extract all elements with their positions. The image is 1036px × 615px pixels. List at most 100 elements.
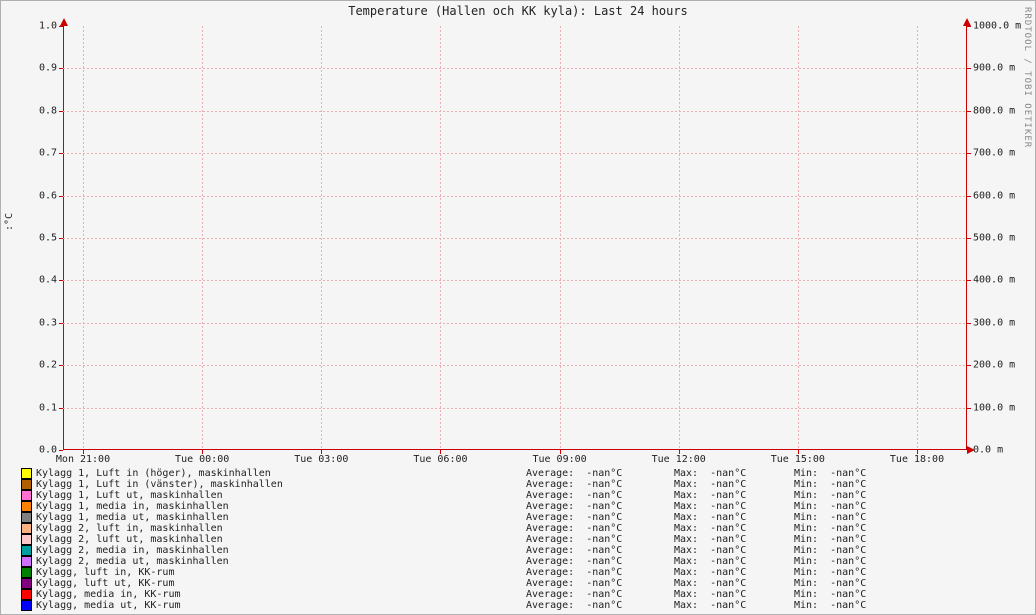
gridline-v [83,26,84,450]
legend-max: Max: -nan°C [674,545,794,556]
legend-row: Kylagg, media ut, KK-rumAverage: -nan°CM… [21,600,1021,611]
legend-min: Min: -nan°C [794,479,914,490]
ytick-left: 0.1 [39,402,63,413]
legend-series-name: Kylagg 2, luft ut, maskinhallen [36,534,526,545]
legend-row: Kylagg 1, Luft in (höger), maskinhallenA… [21,468,1021,479]
legend-average: Average: -nan°C [526,468,674,479]
legend-max: Max: -nan°C [674,567,794,578]
legend-series-name: Kylagg, media in, KK-rum [36,589,526,600]
legend-max: Max: -nan°C [674,490,794,501]
legend-average: Average: -nan°C [526,589,674,600]
ytick-right: 0.0 m [967,445,1003,456]
gridline-v [440,26,441,450]
gridline-v [679,26,680,450]
legend-min: Min: -nan°C [794,556,914,567]
chart-title: Temperature (Hallen och KK kyla): Last 2… [1,4,1035,18]
legend-row: Kylagg 2, media ut, maskinhallenAverage:… [21,556,1021,567]
gridline-v [917,26,918,450]
legend-series-name: Kylagg, media ut, KK-rum [36,600,526,611]
legend-series-name: Kylagg 1, Luft in (vänster), maskinhalle… [36,479,526,490]
legend-swatch [21,556,32,567]
ytick-right: 100.0 m [967,402,1015,413]
legend-average: Average: -nan°C [526,600,674,611]
legend-row: Kylagg 1, media ut, maskinhallenAverage:… [21,512,1021,523]
legend-row: Kylagg 2, luft in, maskinhallenAverage: … [21,523,1021,534]
legend-row: Kylagg 1, Luft in (vänster), maskinhalle… [21,479,1021,490]
ytick-right: 700.0 m [967,148,1015,159]
legend-swatch [21,501,32,512]
ytick-left: 0.6 [39,190,63,201]
gridline-h [63,365,967,366]
legend-max: Max: -nan°C [674,512,794,523]
legend-swatch [21,490,32,501]
legend-swatch [21,600,32,611]
gridline-h [63,196,967,197]
legend-min: Min: -nan°C [794,578,914,589]
legend-row: Kylagg, media in, KK-rumAverage: -nan°C M… [21,589,1021,600]
xtick: Tue 15:00 [771,450,825,465]
legend-series-name: Kylagg 1, Luft in (höger), maskinhallen [36,468,526,479]
chart-frame: Temperature (Hallen och KK kyla): Last 2… [0,0,1036,615]
gridline-h [63,153,967,154]
ytick-right: 800.0 m [967,105,1015,116]
legend-average: Average: -nan°C [526,501,674,512]
legend-series-name: Kylagg 1, media in, maskinhallen [36,501,526,512]
legend-row: Kylagg 2, media in, maskinhallenAverage:… [21,545,1021,556]
xtick: Tue 18:00 [890,450,944,465]
legend-average: Average: -nan°C [526,479,674,490]
legend-min: Min: -nan°C [794,512,914,523]
legend: Kylagg 1, Luft in (höger), maskinhallenA… [21,468,1021,611]
legend-series-name: Kylagg 2, luft in, maskinhallen [36,523,526,534]
legend-min: Min: -nan°C [794,468,914,479]
legend-swatch [21,589,32,600]
legend-row: Kylagg, luft ut, KK-rumAverage: -nan°CMa… [21,578,1021,589]
plot-area: 0.00.0 m0.1100.0 m0.2200.0 m0.3300.0 m0.… [63,26,967,450]
ytick-left: 0.4 [39,275,63,286]
legend-average: Average: -nan°C [526,567,674,578]
legend-min: Min: -nan°C [794,600,914,611]
legend-average: Average: -nan°C [526,578,674,589]
gridline-h [63,111,967,112]
ytick-left: 0.8 [39,105,63,116]
gridline-h [63,408,967,409]
legend-swatch [21,479,32,490]
legend-series-name: Kylagg 1, media ut, maskinhallen [36,512,526,523]
legend-row: Kylagg 2, luft ut, maskinhallenAverage: … [21,534,1021,545]
legend-swatch [21,523,32,534]
ytick-right: 1000.0 m [967,21,1021,32]
gridline-v [321,26,322,450]
ytick-left: 0.9 [39,63,63,74]
legend-series-name: Kylagg, luft in, KK-rum [36,567,526,578]
legend-series-name: Kylagg 2, media ut, maskinhallen [36,556,526,567]
gridline-h [63,280,967,281]
legend-row: Kylagg 1, Luft ut, maskinhallenAverage: … [21,490,1021,501]
legend-min: Min: -nan°C [794,545,914,556]
legend-max: Max: -nan°C [674,578,794,589]
xtick: Mon 21:00 [56,450,110,465]
legend-min: Min: -nan°C [794,534,914,545]
legend-swatch [21,567,32,578]
y-axis-label: :°C [4,213,15,231]
legend-min: Min: -nan°C [794,589,914,600]
legend-average: Average: -nan°C [526,534,674,545]
legend-average: Average: -nan°C [526,556,674,567]
xtick: Tue 06:00 [413,450,467,465]
legend-max: Max: -nan°C [674,501,794,512]
legend-row: Kylagg, luft in, KK-rumAverage: -nan°CMa… [21,567,1021,578]
ytick-right: 200.0 m [967,360,1015,371]
legend-min: Min: -nan°C [794,523,914,534]
legend-series-name: Kylagg 1, Luft ut, maskinhallen [36,490,526,501]
ytick-left: 1.0 [39,21,63,32]
legend-min: Min: -nan°C [794,501,914,512]
xtick: Tue 09:00 [532,450,586,465]
legend-swatch [21,468,32,479]
ytick-right: 500.0 m [967,233,1015,244]
legend-swatch [21,512,32,523]
legend-max: Max: -nan°C [674,534,794,545]
legend-row: Kylagg 1, media in, maskinhallenAverage:… [21,501,1021,512]
legend-max: Max: -nan°C [674,600,794,611]
legend-series-name: Kylagg 2, media in, maskinhallen [36,545,526,556]
legend-min: Min: -nan°C [794,490,914,501]
legend-swatch [21,534,32,545]
ytick-left: 0.2 [39,360,63,371]
